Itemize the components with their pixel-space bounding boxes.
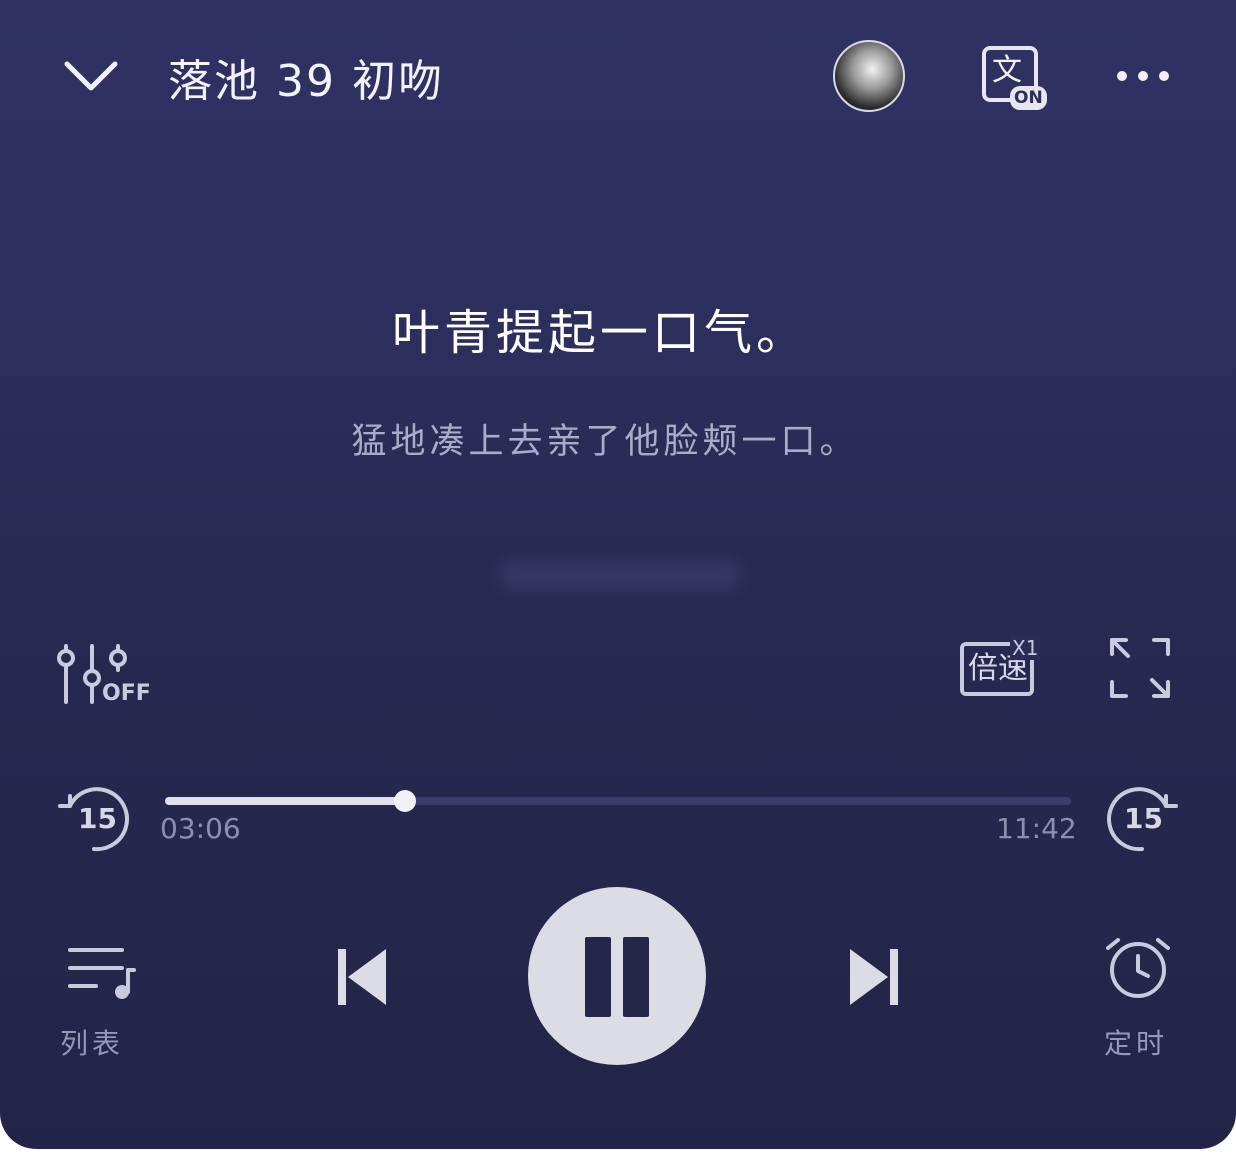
rewind-seconds: 15 xyxy=(78,802,117,835)
sleep-timer-label: 定时 xyxy=(1104,1027,1169,1060)
more-options-icon[interactable] xyxy=(1116,66,1170,86)
audio-player: 落池 39 初吻 文 ON 叶青提起一口气。 猛地凑上去亲了他脸颊一口。 OFF… xyxy=(0,0,1236,1149)
progress-fill xyxy=(165,797,405,805)
progress-slider[interactable] xyxy=(165,790,1071,812)
progress-handle[interactable] xyxy=(394,790,416,812)
sleep-timer-button[interactable]: 定时 xyxy=(1100,934,1184,1064)
track-title: 落池 39 初吻 xyxy=(168,56,444,107)
next-lyric-line[interactable]: 猛地凑上去亲了他脸颊一口。 xyxy=(0,418,1210,466)
forward-seconds: 15 xyxy=(1124,802,1163,835)
total-time: 11:42 xyxy=(996,812,1077,845)
next-icon xyxy=(850,949,898,1005)
playlist-icon xyxy=(68,948,136,999)
playlist-button[interactable]: 列表 xyxy=(56,940,146,1064)
pause-button[interactable] xyxy=(528,887,706,1065)
elapsed-time: 03:06 xyxy=(160,812,241,845)
equalizer-button[interactable]: OFF xyxy=(54,640,151,708)
pause-icon-right-bar xyxy=(623,937,649,1017)
forward-15-button[interactable]: 15 xyxy=(1106,784,1180,854)
speed-value: X1 xyxy=(1010,636,1041,660)
translate-glyph: 文 xyxy=(992,53,1022,88)
previous-icon xyxy=(338,949,386,1005)
collapse-chevron-icon[interactable] xyxy=(62,58,120,98)
translate-toggle-button[interactable]: 文 ON xyxy=(982,46,1048,110)
alarm-clock-icon xyxy=(1106,938,1170,998)
pause-icon-left-bar xyxy=(585,937,611,1017)
playback-speed-button[interactable]: 倍速 X1 xyxy=(958,636,1048,700)
fullscreen-icon[interactable] xyxy=(1110,638,1170,698)
author-avatar[interactable] xyxy=(833,40,905,112)
next-track-button[interactable] xyxy=(844,944,902,1010)
rewind-15-button[interactable]: 15 xyxy=(56,784,130,854)
previous-track-button[interactable] xyxy=(334,944,392,1010)
translate-on-badge: ON xyxy=(1010,86,1047,110)
playlist-label: 列表 xyxy=(60,1027,125,1060)
equalizer-state: OFF xyxy=(102,681,151,706)
faded-lyric-line xyxy=(500,560,740,590)
current-lyric-line[interactable]: 叶青提起一口气。 xyxy=(0,300,1200,366)
